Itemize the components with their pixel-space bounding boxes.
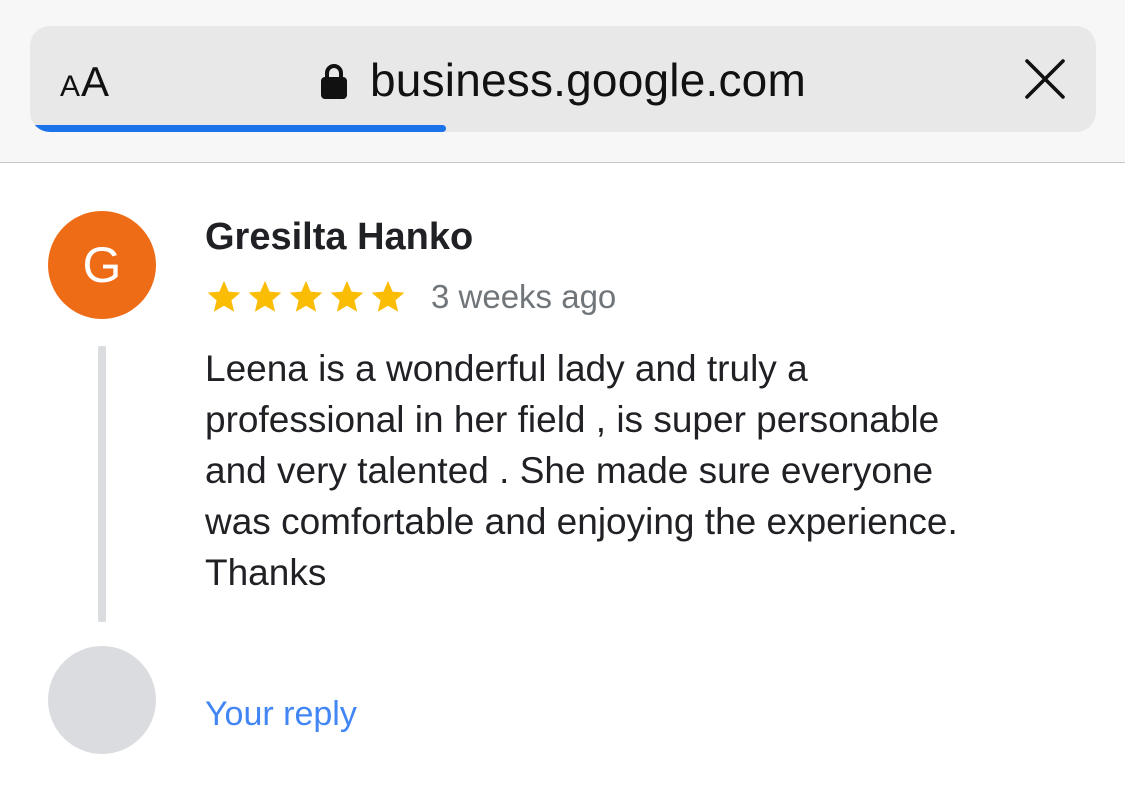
review-text-line: Leena is a wonderful lady and truly a: [205, 348, 808, 389]
review-text-line: Thanks: [205, 552, 327, 593]
page-load-progress-fill: [30, 125, 446, 132]
address-bar[interactable]: A A business.google.com: [30, 26, 1096, 132]
star-icon: [330, 280, 364, 312]
avatar-initial: G: [82, 237, 122, 293]
browser-toolbar: A A business.google.com: [0, 0, 1125, 163]
url-display[interactable]: business.google.com: [30, 52, 1096, 108]
lock-icon: [321, 64, 348, 99]
star-icon: [289, 280, 323, 312]
star-icon: [248, 280, 282, 312]
star-rating: [205, 278, 410, 316]
review-time: 3 weeks ago: [431, 278, 617, 315]
reviewer-name[interactable]: Gresilta Hanko: [205, 216, 473, 259]
review-text-line: was comfortable and enjoying the experie…: [205, 501, 958, 542]
star-icon: [207, 280, 241, 312]
page-load-progress: [30, 125, 1096, 132]
url-text: business.google.com: [370, 54, 806, 106]
review-text-line: and very talented . She made sure everyo…: [205, 450, 934, 491]
reviewer-avatar[interactable]: G: [48, 211, 156, 319]
reply-avatar: [48, 646, 156, 754]
rating-row: 3 weeks ago: [205, 277, 616, 317]
your-reply-link[interactable]: Your reply: [205, 695, 357, 734]
thread-line: [98, 346, 106, 622]
review-text-line: professional in her field , is super per…: [205, 399, 940, 440]
review-text: Leena is a wonderful lady and truly a pro…: [205, 343, 1085, 598]
close-icon[interactable]: [1024, 58, 1066, 100]
star-icon: [371, 280, 405, 312]
